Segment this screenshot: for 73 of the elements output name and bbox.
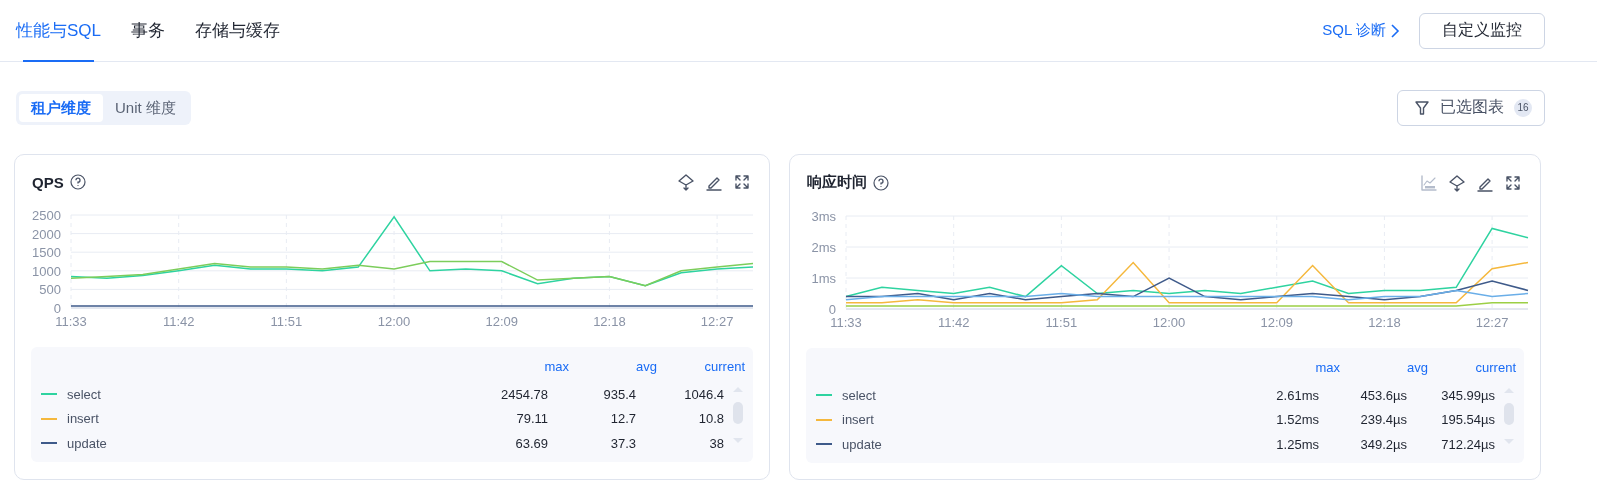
axis-label: 11:33 [830, 315, 862, 330]
table-cell-text: 1.52ms [1275, 412, 1319, 428]
axis-label: 2ms [811, 240, 836, 255]
table-cell-text: 345.99µs [1440, 387, 1495, 403]
axis-label: 11:42 [162, 314, 195, 329]
tab[interactable]: 性能与SQL [15, 0, 103, 61]
table-cell-text: 453.6µs [1359, 387, 1407, 403]
column-header: current [1474, 360, 1516, 375]
table-cell-text: 195.54µs [1440, 412, 1495, 428]
axis-label: 11:51 [270, 314, 303, 329]
table-cell-text: 935.4 [602, 386, 636, 402]
table-cell-text: 239.4µs [1359, 412, 1407, 428]
axis-label: 12:27 [1475, 315, 1509, 330]
table-cell-text: 2.61ms [1275, 387, 1319, 403]
axis-label: 12:00 [1152, 315, 1186, 330]
fullscreen-icon[interactable] [733, 173, 751, 191]
table-cell-text: 10.8 [697, 411, 724, 427]
axis-label: 1000 [32, 263, 61, 279]
axis-label: 0 [828, 302, 836, 317]
axis-label: 11:51 [1045, 315, 1078, 330]
chart-title: QPS [32, 173, 64, 191]
axis-label: 12:18 [593, 314, 626, 329]
axis-label: 12:09 [1260, 315, 1293, 330]
column-header: current [703, 359, 745, 374]
selected-charts-button[interactable]: 已选图表 16 [1397, 89, 1545, 126]
column-header: avg [635, 359, 657, 374]
help-icon[interactable] [69, 174, 86, 190]
column-header: max [1314, 360, 1340, 375]
table-cell-text: 712.24µs [1440, 436, 1495, 452]
table-cell-text: 1046.4 [683, 386, 724, 402]
axis-label: 3ms [811, 209, 836, 224]
axis-label: 2000 [32, 226, 61, 242]
tab[interactable]: 存储与缓存 [194, 0, 282, 61]
locate-icon[interactable] [677, 173, 695, 191]
help-icon[interactable] [873, 174, 889, 191]
chevron-right-icon [1390, 23, 1400, 38]
axis-label: 12:09 [485, 314, 518, 329]
count-badge: 16 [1514, 98, 1532, 117]
axis-label: 11:33 [55, 314, 87, 329]
segment-option[interactable]: 租户维度 [19, 94, 103, 122]
axis-label: 0 [53, 301, 61, 316]
chart-title: 响应时间 [807, 173, 867, 192]
custom-monitor-button[interactable]: 自定义监控 [1419, 12, 1545, 49]
table-cell-text: 2454.78 [500, 386, 548, 402]
axis-label: 1500 [32, 245, 61, 261]
table-cell-text: 12.7 [609, 411, 636, 427]
axis-label: 1ms [811, 271, 836, 286]
column-header: max [543, 359, 569, 374]
series-name: update [67, 435, 107, 451]
axis-label: 12:18 [1368, 315, 1401, 330]
table-cell-text: 79.11 [515, 411, 548, 427]
axis-label: 12:27 [700, 314, 734, 329]
table-cell-text: 63.69 [514, 435, 548, 451]
table-cell-text: 1.25ms [1275, 436, 1319, 452]
fullscreen-icon[interactable] [1504, 173, 1522, 192]
series-name: update [842, 436, 882, 452]
filter-icon [1414, 99, 1430, 116]
series-name: insert [842, 412, 874, 428]
series-name: select [67, 386, 101, 402]
table-cell-text: 37.3 [609, 435, 636, 451]
series-name: insert [67, 411, 99, 427]
segment-option[interactable]: Unit 维度 [103, 94, 188, 122]
tab[interactable]: 事务 [130, 0, 167, 61]
axis-label: 2500 [32, 208, 61, 223]
column-header: avg [1406, 360, 1428, 375]
axis-label: 500 [39, 282, 61, 298]
sql-diagnosis-link[interactable]: SQL 诊断 [1322, 21, 1400, 40]
series-name: select [842, 387, 876, 403]
axis-label: 11:42 [937, 315, 970, 330]
table-cell-text: 349.2µs [1359, 436, 1407, 452]
table-cell-text: 38 [708, 435, 724, 451]
axis-label: 12:00 [377, 314, 411, 329]
locate-icon[interactable] [1448, 173, 1466, 192]
